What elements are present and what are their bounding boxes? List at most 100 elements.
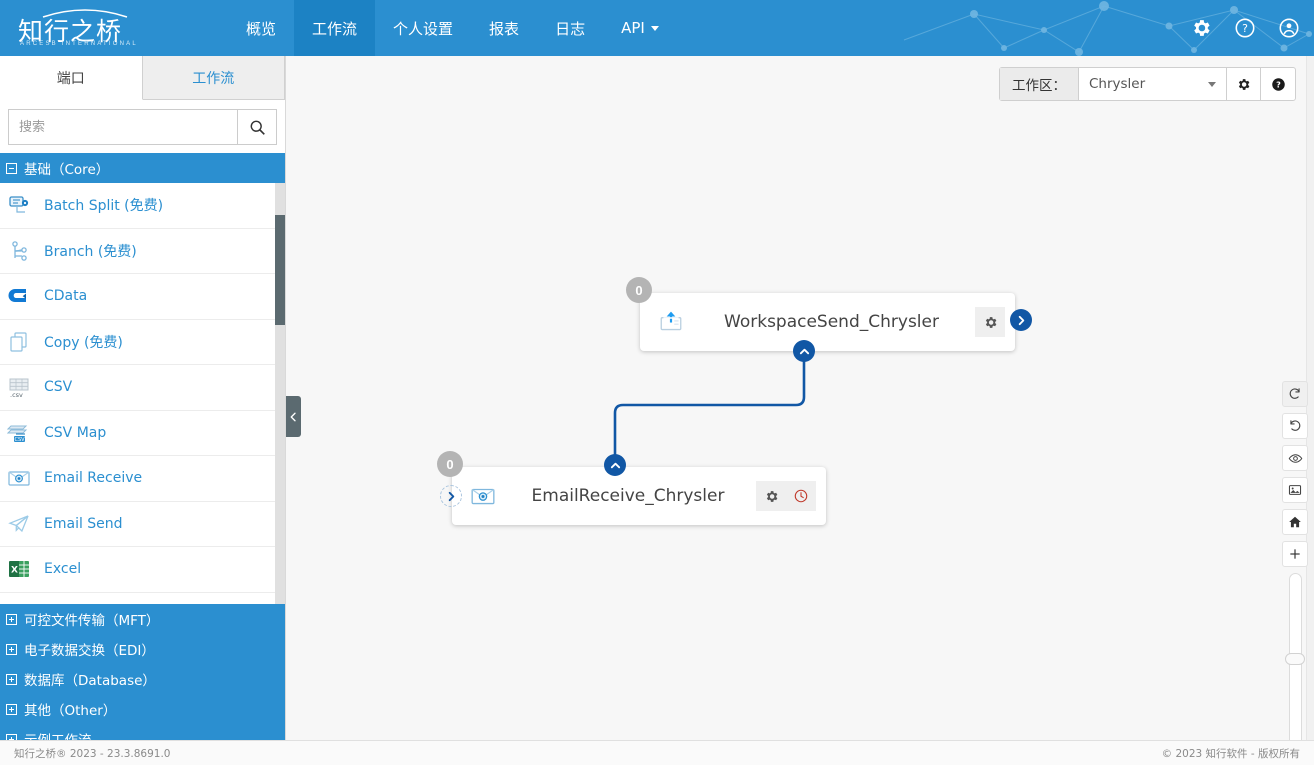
sidebar-category-core[interactable]: 基础（Core）	[0, 153, 285, 183]
gear-icon	[985, 316, 996, 328]
export-image-button[interactable]	[1282, 477, 1308, 503]
email-send-icon	[6, 511, 32, 537]
node-title: EmailReceive_Chrysler	[531, 486, 725, 506]
workspace-selected-value: Chrysler	[1089, 76, 1146, 92]
clock-icon	[794, 489, 808, 503]
preview-button[interactable]	[1282, 445, 1308, 471]
node-input-connector-workspacesend[interactable]	[793, 340, 815, 362]
port-item-csv-map[interactable]: CSV CSV Map	[0, 411, 285, 456]
tab-label: 工作流	[192, 70, 235, 87]
nav-item-overview[interactable]: 概览	[228, 0, 294, 56]
chevron-down-icon	[1208, 81, 1216, 87]
workspace-help-button[interactable]: ?	[1261, 68, 1295, 100]
chevron-right-icon	[448, 491, 454, 501]
search-button[interactable]	[237, 109, 277, 145]
port-label: CSV	[44, 379, 73, 396]
port-item-email-receive[interactable]: Email Receive	[0, 456, 285, 502]
category-label: 基础（Core）	[24, 162, 110, 178]
zoom-slider[interactable]	[1282, 573, 1308, 740]
tab-label: 端口	[56, 70, 85, 87]
app-root: 知行之桥 ARCESB INTERNATIONAL 概览 工作流 个人设置 报表…	[0, 0, 1314, 765]
port-item-batch-split[interactable]: Batch Split (免费)	[0, 183, 285, 229]
nav-item-logs[interactable]: 日志	[537, 0, 603, 56]
workspace-label: 工作区：	[1000, 68, 1079, 100]
app-logo[interactable]: 知行之桥 ARCESB INTERNATIONAL	[18, 4, 138, 52]
workflow-canvas[interactable]: 工作区： Chrysler ? WorkspaceSend_Chrysler 0…	[286, 56, 1314, 740]
footer-copyright: © 2023 知行软件 - 版权所有	[1161, 747, 1300, 760]
nav-label: 日志	[555, 19, 586, 38]
footer-version: 知行之桥® 2023 - 23.3.8691.0	[14, 747, 171, 760]
home-button[interactable]	[1282, 509, 1308, 535]
gear-icon	[1238, 78, 1250, 90]
node-output-connector-emailreceive[interactable]	[604, 454, 626, 476]
redo-button[interactable]	[1282, 381, 1308, 407]
category-label: 可控文件传输（MFT）	[24, 613, 160, 629]
port-item-branch[interactable]: Branch (免费)	[0, 229, 285, 274]
svg-text:?: ?	[1242, 22, 1248, 35]
help-icon: ?	[1271, 77, 1285, 91]
port-label: Copy (免费)	[44, 334, 123, 351]
port-item-copy[interactable]: Copy (免费)	[0, 320, 285, 365]
workspace-send-icon	[654, 309, 688, 335]
node-emailreceive-chrysler[interactable]: EmailReceive_Chrysler	[452, 467, 826, 525]
undo-button[interactable]	[1282, 413, 1308, 439]
nav-item-api[interactable]: API	[603, 0, 677, 56]
port-label: Batch Split (免费)	[44, 198, 164, 215]
port-label: Excel	[44, 561, 82, 578]
node-input-stub-emailreceive[interactable]	[440, 485, 462, 507]
workspace-settings-button[interactable]	[1227, 68, 1261, 100]
sidebar-category-database[interactable]: 数据库（Database）	[0, 664, 285, 694]
zoom-slider-thumb[interactable]	[1285, 653, 1305, 665]
nav-label: 概览	[246, 19, 277, 38]
nav-item-reports[interactable]: 报表	[471, 0, 537, 56]
sidebar-category-edi[interactable]: 电子数据交换（EDI）	[0, 634, 285, 664]
node-title: WorkspaceSend_Chrysler	[724, 312, 939, 332]
plus-box-icon	[6, 613, 17, 625]
category-label: 其他（Other）	[24, 703, 117, 719]
sidebar-scrollbar-thumb[interactable]	[275, 215, 285, 325]
chevron-left-icon	[290, 412, 296, 421]
badge-count: 0	[635, 282, 643, 298]
main-nav: 概览 工作流 个人设置 报表 日志 API	[228, 0, 677, 56]
canvas-tool-rail	[1282, 381, 1308, 740]
node-badge-workspacesend: 0	[626, 277, 652, 303]
header-actions: ?	[1190, 0, 1300, 56]
sidebar-category-mft[interactable]: 可控文件传输（MFT）	[0, 604, 285, 634]
logo-text-en: ARCESB INTERNATIONAL	[20, 41, 138, 47]
sidebar-scrollbar[interactable]	[275, 183, 285, 604]
app-footer: 知行之桥® 2023 - 23.3.8691.0 © 2023 知行软件 - 版…	[0, 740, 1314, 765]
undo-icon	[1290, 420, 1301, 431]
sidebar-category-sample-workflows[interactable]: 示例工作流	[0, 724, 285, 740]
chevron-down-icon	[650, 25, 659, 31]
sidebar-category-other[interactable]: 其他（Other）	[0, 694, 285, 724]
zoom-in-button[interactable]	[1282, 541, 1308, 567]
node-schedule-button[interactable]	[786, 481, 816, 511]
help-icon[interactable]: ?	[1234, 17, 1256, 39]
badge-count: 0	[446, 456, 454, 472]
image-icon	[1288, 485, 1302, 495]
svg-text:X: X	[11, 566, 18, 576]
gear-icon[interactable]	[1190, 17, 1212, 39]
account-icon[interactable]	[1278, 17, 1300, 39]
port-item-email-send[interactable]: Email Send	[0, 502, 285, 547]
nav-item-workflow[interactable]: 工作流	[294, 0, 376, 56]
port-item-cdata[interactable]: CData	[0, 274, 285, 320]
search-input[interactable]	[8, 109, 237, 145]
workspace-toolbar: 工作区： Chrysler ?	[999, 67, 1296, 101]
port-item-csv[interactable]: .csv CSV	[0, 365, 285, 411]
port-list: Batch Split (免费) Branch (免费) CData Copy …	[0, 183, 285, 604]
workspace-select[interactable]: Chrysler	[1079, 68, 1227, 100]
port-item-excel[interactable]: X Excel	[0, 547, 285, 593]
port-label: Email Receive	[44, 470, 143, 487]
node-settings-button[interactable]	[756, 481, 786, 511]
node-workspacesend-chrysler[interactable]: WorkspaceSend_Chrysler	[640, 293, 1015, 351]
node-output-arrow-workspacesend[interactable]	[1010, 309, 1032, 331]
node-settings-button[interactable]	[975, 307, 1005, 337]
sidebar-collapse-handle[interactable]	[286, 396, 301, 437]
tab-ports[interactable]: 端口	[0, 56, 143, 100]
app-header: 知行之桥 ARCESB INTERNATIONAL 概览 工作流 个人设置 报表…	[0, 0, 1314, 56]
gear-icon	[766, 490, 777, 502]
nav-label: 工作流	[312, 19, 358, 38]
tab-workflows[interactable]: 工作流	[143, 56, 285, 99]
nav-item-profile[interactable]: 个人设置	[375, 0, 471, 56]
